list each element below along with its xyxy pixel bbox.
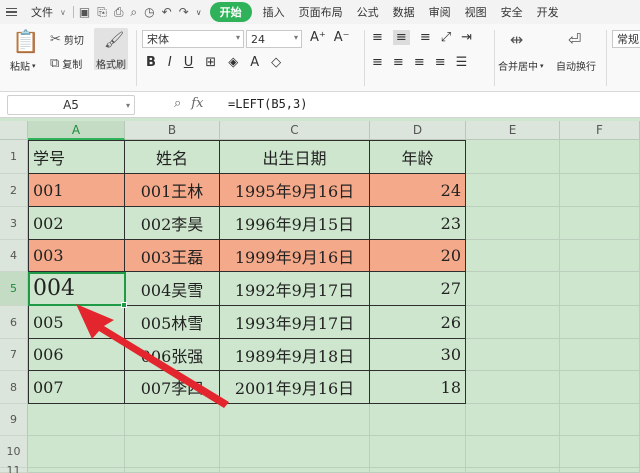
annotation-arrow — [76, 304, 229, 408]
arrow-shape — [76, 304, 229, 408]
spreadsheet-app: 文件 ∨ ▣ ⎘ ⎙ ⌕ ◷ ↶ ↷ ∨ 开始 插入 页面布局 公式 数据 审阅… — [0, 0, 640, 473]
